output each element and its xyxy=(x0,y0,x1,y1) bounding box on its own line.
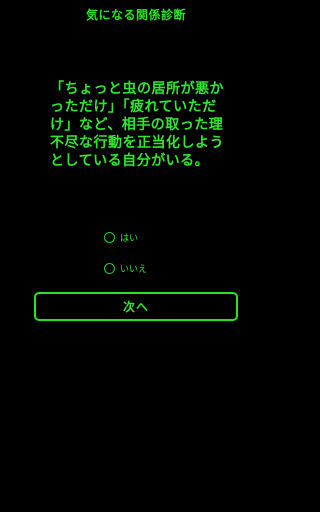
answer-option-no[interactable]: いいえ xyxy=(104,262,147,275)
radio-button-yes[interactable] xyxy=(104,232,115,243)
radio-button-no[interactable] xyxy=(104,263,115,274)
question-text: 「ちょっと虫の居所が悪かっただけ」「疲れていただけ」など、相手の取った理不尽な行… xyxy=(50,81,224,169)
app-title: 気になる関係診断 xyxy=(85,8,186,22)
next-button[interactable]: 次へ xyxy=(34,292,238,321)
answer-label-yes: はい xyxy=(120,234,139,244)
next-button-label: 次へ xyxy=(122,300,149,314)
answer-option-yes[interactable]: はい xyxy=(104,231,138,244)
answer-label-no: いいえ xyxy=(120,265,148,275)
